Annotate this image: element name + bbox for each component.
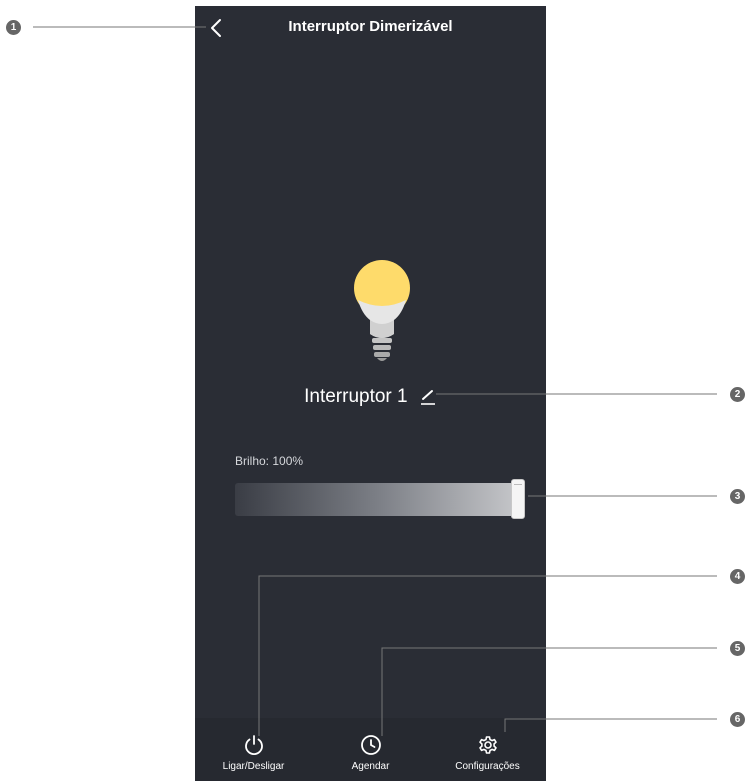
slider-handle[interactable] <box>511 479 525 519</box>
tab-power-label: Ligar/Desligar <box>222 761 285 772</box>
pencil-edit-icon <box>420 389 435 405</box>
annotated-screenshot: Interruptor Dimerizável Interruptor 1 Br… <box>0 0 751 781</box>
callout-1: 1 <box>6 20 21 35</box>
bottom-tab-bar: Ligar/Desligar Agendar Configurações <box>195 718 546 781</box>
tab-settings-label: Configurações <box>455 761 520 772</box>
device-name-row: Interruptor 1 <box>195 386 546 408</box>
callout-2: 2 <box>730 387 745 402</box>
brightness-slider[interactable] <box>235 479 525 519</box>
power-icon <box>244 735 263 756</box>
clock-icon <box>360 735 381 755</box>
page-title: Interruptor Dimerizável <box>288 18 453 35</box>
callout-3: 3 <box>730 489 745 504</box>
phone-screen: Interruptor Dimerizável Interruptor 1 Br… <box>195 6 546 781</box>
device-name: Interruptor 1 <box>304 386 408 407</box>
tab-schedule[interactable]: Agendar <box>312 718 429 781</box>
callout-4: 4 <box>730 569 745 584</box>
tab-settings[interactable]: Configurações <box>429 718 546 781</box>
tab-power[interactable]: Ligar/Desligar <box>195 718 312 781</box>
light-bulb-icon <box>350 258 414 368</box>
edit-name-button[interactable] <box>419 388 437 406</box>
brightness-label: Brilho: 100% <box>235 454 304 468</box>
top-bar: Interruptor Dimerizável <box>195 6 546 50</box>
gear-icon <box>478 736 497 754</box>
callout-6: 6 <box>730 712 745 727</box>
tab-schedule-label: Agendar <box>351 761 390 772</box>
callout-5: 5 <box>730 641 745 656</box>
